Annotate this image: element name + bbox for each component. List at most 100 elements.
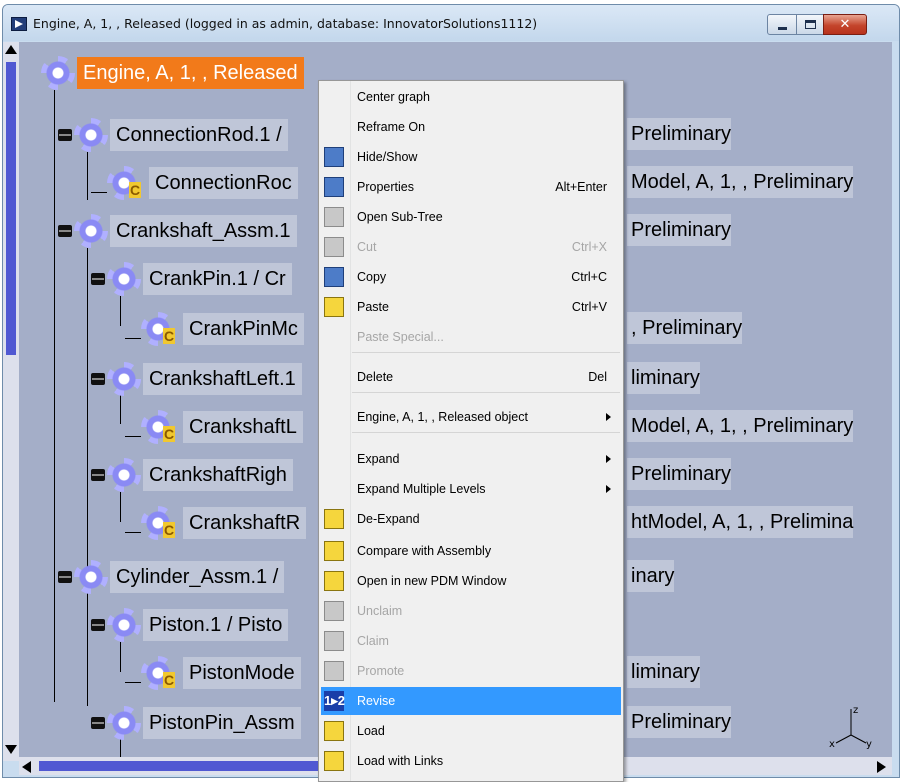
menu-item-reframe-on[interactable]: Reframe On	[321, 113, 621, 141]
tree-node-label-tail[interactable]: Preliminary	[627, 706, 732, 738]
menu-item-delete[interactable]: Delete Del	[321, 363, 621, 391]
scroll-left-arrow-icon[interactable]	[22, 761, 31, 773]
expand-collapse-knob-icon[interactable]	[58, 571, 72, 583]
menu-item-open-sub-tree[interactable]: Open Sub-Tree	[321, 203, 621, 231]
menu-item-open-in-new-pdm-window[interactable]: Open in new PDM Window	[321, 567, 621, 595]
window-title: Engine, A, 1, , Released (logged in as a…	[33, 16, 538, 31]
maximize-icon	[805, 20, 816, 29]
tree-connector-line	[87, 590, 88, 706]
tree-node-label[interactable]: Engine, A, 1, , Released	[77, 57, 304, 89]
menu-item-label: Open in new PDM Window	[357, 574, 507, 588]
menu-item-center-graph[interactable]: Center graph	[321, 83, 621, 111]
menu-item-label: Delete	[357, 370, 394, 384]
menu-item-engine-a-1-released-object[interactable]: Engine, A, 1, , Released object	[321, 403, 621, 431]
tree-node-label[interactable]: CrankshaftL	[183, 411, 303, 443]
product-gear-icon	[107, 608, 141, 642]
expand-collapse-knob-icon[interactable]	[58, 225, 72, 237]
menu-item-hide-show[interactable]: Hide/Show	[321, 143, 621, 171]
tree-node-label[interactable]: CrankPinMc	[183, 313, 304, 345]
hide-show-icon	[324, 147, 344, 167]
tree-node-label-tail[interactable]: Preliminary	[627, 458, 732, 490]
menu-item-paste-special: Paste Special...	[321, 323, 621, 351]
expand-collapse-knob-icon[interactable]	[58, 129, 72, 141]
tree-node-label[interactable]: ConnectionRod.1 /	[110, 119, 288, 151]
menu-item-expand[interactable]: Expand	[321, 445, 621, 473]
menu-item-label: De-Expand	[357, 512, 420, 526]
tree-node-label-tail[interactable]: Preliminary	[627, 118, 732, 150]
tree-connector-line	[125, 532, 141, 533]
menu-item-load[interactable]: Load	[321, 717, 621, 745]
component-badge-icon: C	[163, 522, 175, 538]
expand-collapse-knob-icon[interactable]	[91, 619, 105, 631]
menu-item-label: Compare with Assembly	[357, 544, 492, 558]
menu-item-load-with-links[interactable]: Load with Links	[321, 747, 621, 775]
menu-item-shortcut: Ctrl+X	[571, 240, 607, 254]
menu-item-label: Center graph	[357, 90, 430, 104]
component-badge-icon: C	[163, 426, 175, 442]
scroll-down-arrow-icon[interactable]	[5, 745, 17, 754]
submenu-arrow-icon	[606, 485, 611, 493]
paste-icon	[324, 297, 344, 317]
tree-node-label[interactable]: ConnectionRoc	[149, 167, 298, 199]
expand-collapse-knob-icon[interactable]	[91, 717, 105, 729]
menu-item-copy[interactable]: Copy Ctrl+C	[321, 263, 621, 291]
tree-node-label[interactable]: Crankshaft_Assm.1	[110, 215, 297, 247]
menu-item-compare-with-assembly[interactable]: Compare with Assembly	[321, 537, 621, 565]
tree-node-label[interactable]: CrankshaftLeft.1	[143, 363, 302, 395]
menu-item-paste[interactable]: Paste Ctrl+V	[321, 293, 621, 321]
vertical-scrollbar[interactable]	[3, 42, 19, 761]
maximize-button[interactable]	[796, 14, 824, 35]
tree-node-label-tail[interactable]: liminary	[627, 362, 700, 394]
tree-node-label[interactable]: CrankshaftR	[183, 507, 307, 539]
menu-item-label: Engine, A, 1, , Released object	[357, 410, 528, 424]
claim-icon	[324, 631, 344, 651]
menu-item-label: Expand	[357, 452, 400, 466]
title-bar[interactable]: Engine, A, 1, , Released (logged in as a…	[3, 5, 899, 41]
menu-item-expand-multiple-levels[interactable]: Expand Multiple Levels	[321, 475, 621, 503]
load-links-icon	[324, 751, 344, 771]
menu-item-properties[interactable]: Properties Alt+Enter	[321, 173, 621, 201]
tree-node-label[interactable]: Cylinder_Assm.1 /	[110, 561, 285, 593]
tree-node-label-tail[interactable]: htModel, A, 1, , Prelimina	[627, 506, 854, 538]
axis-x-label: x	[829, 739, 835, 749]
expand-collapse-knob-icon[interactable]	[91, 469, 105, 481]
tree-node-label-tail[interactable]: Model, A, 1, , Preliminary	[627, 166, 854, 198]
tree-node-label-tail[interactable]: Model, A, 1, , Preliminary	[627, 410, 854, 442]
de-expand-icon	[324, 509, 344, 529]
tree-node-label[interactable]: CrankshaftRigh	[143, 459, 293, 491]
product-gear-icon	[107, 458, 141, 492]
tree-node-label-tail[interactable]: inary	[627, 560, 675, 592]
minimize-button[interactable]	[767, 14, 797, 35]
menu-item-label: Revise	[357, 694, 396, 708]
menu-item-de-expand[interactable]: De-Expand	[321, 505, 621, 533]
expand-collapse-knob-icon[interactable]	[91, 273, 105, 285]
compare-icon	[324, 541, 344, 561]
menu-item-promote: Promote	[321, 657, 621, 685]
context-menu: Center graph Reframe On Hide/Show Propertie…	[318, 80, 624, 782]
tree-node-label[interactable]: CrankPin.1 / Cr	[143, 263, 292, 295]
product-gear-icon	[74, 118, 108, 152]
tree-connector-line	[125, 338, 141, 339]
tree-node-label[interactable]: PistonPin_Assm	[143, 707, 301, 739]
vertical-scroll-thumb[interactable]	[6, 62, 16, 355]
product-gear-icon	[41, 56, 75, 90]
expand-collapse-knob-icon[interactable]	[91, 373, 105, 385]
menu-separator	[352, 432, 620, 433]
component-badge-icon: C	[163, 328, 175, 344]
scroll-right-arrow-icon[interactable]	[877, 761, 886, 773]
tree-connector-line	[120, 492, 121, 522]
close-button[interactable]: ✕	[823, 14, 867, 35]
menu-item-label: Load	[357, 724, 385, 738]
product-gear-icon	[107, 706, 141, 740]
menu-item-shortcut: Ctrl+C	[571, 270, 607, 284]
menu-item-cut: Cut Ctrl+X	[321, 233, 621, 261]
tree-node-label-tail[interactable]: Preliminary	[627, 214, 732, 246]
tree-connector-line	[87, 152, 88, 200]
tree-node-label-tail[interactable]: , Preliminary	[627, 312, 743, 344]
menu-item-revise[interactable]: 1▸2 Revise	[321, 687, 621, 715]
scissors-icon	[324, 237, 344, 257]
scroll-up-arrow-icon[interactable]	[5, 45, 17, 54]
tree-node-label-tail[interactable]: liminary	[627, 656, 700, 688]
tree-node-label[interactable]: Piston.1 / Pisto	[143, 609, 289, 641]
tree-node-label[interactable]: PistonMode	[183, 657, 301, 689]
